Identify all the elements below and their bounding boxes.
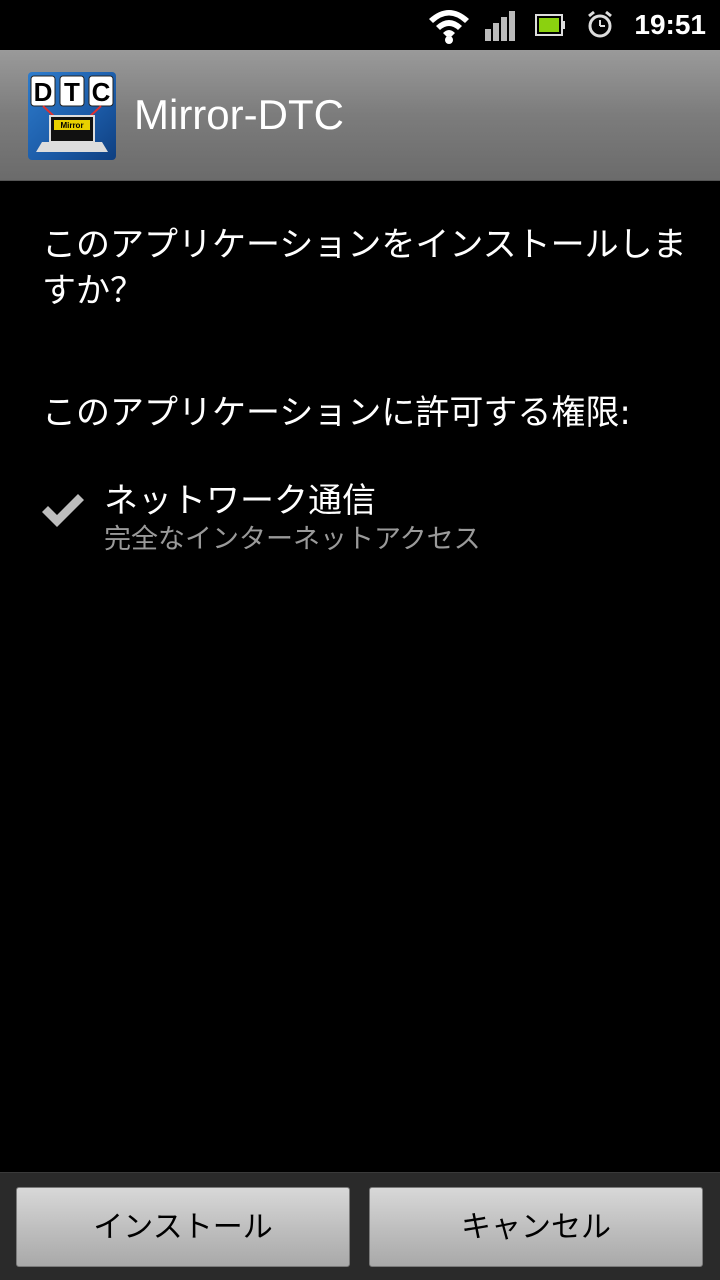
battery-icon bbox=[530, 0, 570, 50]
wifi-icon bbox=[424, 0, 474, 50]
install-screen: 19:51 D T C Mirror Mirror-DTC このアプリケーション… bbox=[0, 0, 720, 1280]
title-bar: D T C Mirror Mirror-DTC bbox=[0, 50, 720, 181]
permissions-heading: このアプリケーションに許可する権限: bbox=[42, 393, 631, 433]
install-button[interactable]: インストール bbox=[16, 1187, 350, 1267]
app-title: Mirror-DTC bbox=[134, 91, 344, 138]
alarm-icon bbox=[580, 0, 620, 50]
app-icon: D T C Mirror bbox=[28, 72, 116, 160]
svg-text:Mirror: Mirror bbox=[60, 121, 83, 130]
svg-text:C: C bbox=[92, 77, 111, 107]
permission-title: ネットワーク通信 bbox=[104, 481, 376, 521]
status-time: 19:51 bbox=[634, 9, 706, 40]
permission-description: 完全なインターネットアクセス bbox=[104, 524, 481, 555]
check-icon bbox=[38, 486, 86, 534]
button-bar: インストール キャンセル bbox=[0, 1172, 720, 1280]
svg-text:D: D bbox=[34, 77, 53, 107]
status-bar: 19:51 bbox=[0, 0, 720, 50]
install-question: このアプリケーションをインストールしますか？ bbox=[42, 225, 687, 311]
svg-text:T: T bbox=[64, 77, 80, 107]
cancel-button[interactable]: キャンセル bbox=[369, 1187, 703, 1267]
permission-item: ネットワーク通信 完全なインターネットアクセス bbox=[38, 478, 678, 568]
signal-icon bbox=[480, 0, 520, 50]
